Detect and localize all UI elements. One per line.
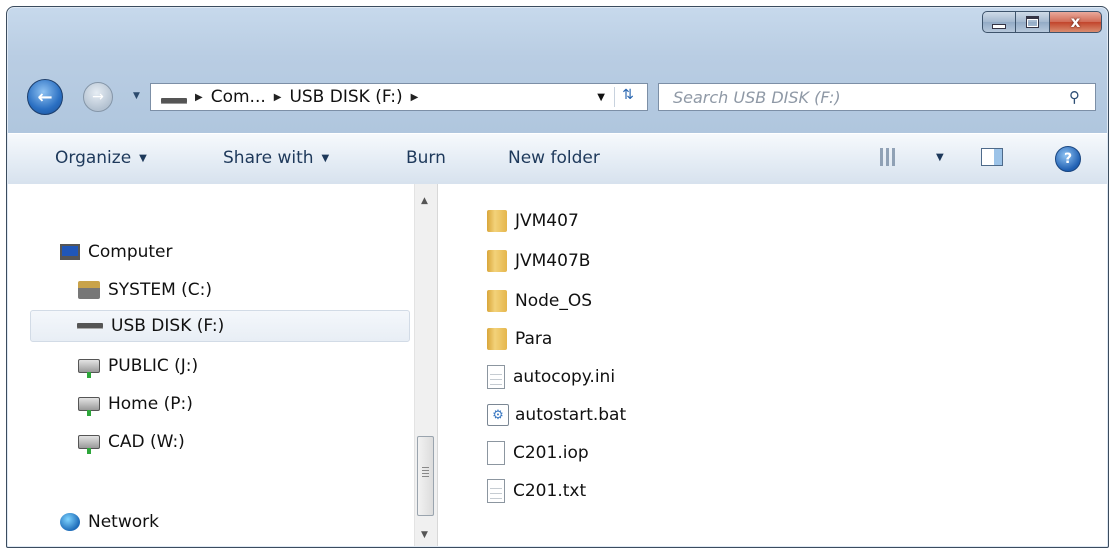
share-with-label: Share with xyxy=(223,148,314,168)
breadcrumb-usb-disk[interactable]: USB DISK (F:) xyxy=(289,87,402,107)
maximize-icon xyxy=(1026,16,1039,28)
sidebar-item-cad-w[interactable]: CAD (W:) xyxy=(78,426,185,458)
forward-button[interactable]: → xyxy=(83,82,113,112)
file-name: JVM407 xyxy=(515,211,579,231)
folder-icon xyxy=(487,290,507,312)
explorer-window: x ← → ▼ ▶ Com... ▶ USB DISK (F:) ▶ ▼ ⇅ ⚲… xyxy=(6,6,1109,548)
network-drive-icon xyxy=(78,359,100,378)
arrow-right-icon: → xyxy=(92,89,104,105)
burn-label: Burn xyxy=(406,148,446,168)
maximize-button[interactable] xyxy=(1016,11,1050,33)
file-name: C201.txt xyxy=(513,481,587,501)
sidebar-item-public-j[interactable]: PUBLIC (J:) xyxy=(78,350,198,382)
file-item-folder[interactable]: Node_OS xyxy=(487,284,592,318)
command-bar: Organize ▼ Share with ▼ Burn New folder ▼ … xyxy=(8,133,1107,185)
breadcrumb-computer[interactable]: Com... xyxy=(211,87,266,107)
close-button[interactable]: x xyxy=(1050,11,1102,33)
navigation-pane: Computer SYSTEM (C:) USB DISK (F:) PUBLI… xyxy=(8,184,414,546)
sidebar-item-label: Network xyxy=(88,512,159,532)
file-item-text[interactable]: autocopy.ini xyxy=(487,360,615,394)
sidebar-item-label: Home (P:) xyxy=(108,394,193,414)
file-item-folder[interactable]: Para xyxy=(487,322,552,356)
minimize-icon xyxy=(992,23,1006,29)
chevron-down-icon[interactable]: ▼ xyxy=(936,152,944,163)
file-item-folder[interactable]: JVM407 xyxy=(487,204,579,238)
help-button[interactable]: ? xyxy=(1055,146,1081,172)
file-name: JVM407B xyxy=(515,251,591,271)
close-icon: x xyxy=(1070,13,1081,31)
share-with-button[interactable]: Share with ▼ xyxy=(223,148,329,168)
chevron-down-icon: ▼ xyxy=(139,152,147,164)
network-icon xyxy=(60,513,80,531)
grip-icon xyxy=(422,467,429,479)
folder-icon xyxy=(487,210,507,232)
batch-file-icon: ⚙ xyxy=(487,404,509,426)
file-name: autocopy.ini xyxy=(513,367,616,387)
scroll-down-icon[interactable]: ▼ xyxy=(421,530,428,540)
file-item-text[interactable]: C201.txt xyxy=(487,474,586,508)
help-icon: ? xyxy=(1063,151,1073,167)
address-bar[interactable]: ▶ Com... ▶ USB DISK (F:) ▶ ▼ ⇅ xyxy=(150,83,648,111)
chevron-right-icon[interactable]: ▶ xyxy=(195,92,203,103)
system-drive-icon xyxy=(78,281,100,299)
file-name: Para xyxy=(515,329,553,349)
new-folder-label: New folder xyxy=(508,148,600,168)
folder-icon xyxy=(487,250,507,272)
folder-icon xyxy=(487,328,507,350)
file-item-folder[interactable]: JVM407B xyxy=(487,244,590,278)
text-file-icon xyxy=(487,479,505,503)
file-item-batch[interactable]: ⚙ autostart.bat xyxy=(487,398,626,432)
search-box: ⚲ xyxy=(658,83,1096,111)
sidebar-item-network[interactable]: Network xyxy=(60,506,159,538)
file-name: Node_OS xyxy=(515,291,593,311)
refresh-icon[interactable]: ⇅ xyxy=(614,87,641,107)
file-list: JVM407 JVM407B Node_OS Para autocopy.ini… xyxy=(437,184,1107,546)
sidebar-item-computer[interactable]: Computer xyxy=(60,236,173,268)
chevron-right-icon[interactable]: ▶ xyxy=(274,92,282,103)
navigation-bar: ← → ▼ ▶ Com... ▶ USB DISK (F:) ▶ ▼ ⇅ ⚲ xyxy=(7,79,1108,115)
new-folder-button[interactable]: New folder xyxy=(508,148,600,168)
view-options-icon[interactable] xyxy=(880,148,898,166)
network-drive-icon xyxy=(78,397,100,416)
network-drive-icon xyxy=(78,435,100,454)
organize-label: Organize xyxy=(55,148,132,168)
text-file-icon xyxy=(487,365,505,389)
organize-button[interactable]: Organize ▼ xyxy=(55,148,147,168)
search-input[interactable] xyxy=(659,86,1069,108)
sidebar-item-system-c[interactable]: SYSTEM (C:) xyxy=(78,274,212,306)
arrow-left-icon: ← xyxy=(37,86,53,108)
sidebar-item-home-p[interactable]: Home (P:) xyxy=(78,388,193,420)
search-icon[interactable]: ⚲ xyxy=(1069,88,1095,106)
chevron-right-icon[interactable]: ▶ xyxy=(411,92,419,103)
preview-pane-icon[interactable] xyxy=(981,148,1003,166)
burn-button[interactable]: Burn xyxy=(406,148,446,168)
address-dropdown-icon[interactable]: ▼ xyxy=(597,92,605,103)
file-name: autostart.bat xyxy=(515,405,627,425)
navigation-scrollbar[interactable]: ▲ ▼ xyxy=(414,184,438,546)
file-item-blank[interactable]: C201.iop xyxy=(487,436,589,470)
back-button[interactable]: ← xyxy=(27,79,63,115)
caption-buttons: x xyxy=(982,11,1102,33)
sidebar-item-usb-disk-f[interactable]: USB DISK (F:) xyxy=(30,310,410,342)
scrollbar-thumb[interactable] xyxy=(417,436,434,516)
sidebar-item-label: Computer xyxy=(88,242,173,262)
usb-drive-icon xyxy=(161,98,187,104)
usb-drive-icon xyxy=(77,323,103,329)
recent-pages-dropdown[interactable]: ▼ xyxy=(133,91,140,101)
sidebar-item-label: SYSTEM (C:) xyxy=(108,280,213,300)
minimize-button[interactable] xyxy=(982,11,1016,33)
sidebar-item-label: CAD (W:) xyxy=(108,432,185,452)
scroll-up-icon[interactable]: ▲ xyxy=(421,196,428,206)
computer-icon xyxy=(60,244,80,260)
blank-file-icon xyxy=(487,441,505,465)
content-area: Computer SYSTEM (C:) USB DISK (F:) PUBLI… xyxy=(8,184,1107,546)
file-name: C201.iop xyxy=(513,443,589,463)
sidebar-item-label: USB DISK (F:) xyxy=(111,316,225,336)
chevron-down-icon: ▼ xyxy=(321,152,330,164)
sidebar-item-label: PUBLIC (J:) xyxy=(108,356,199,376)
